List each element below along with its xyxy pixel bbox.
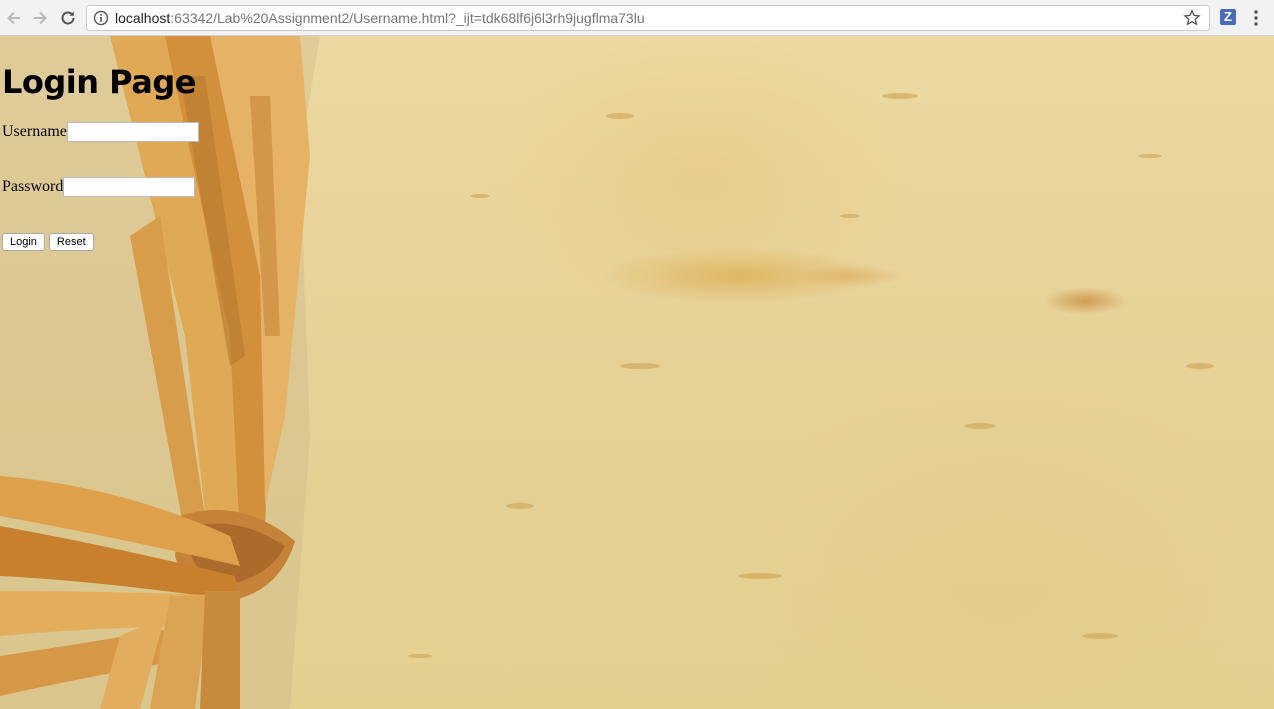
address-bar[interactable]: localhost:63342/Lab%20Assignment2/Userna…	[86, 5, 1210, 31]
reset-button[interactable]: Reset	[48, 233, 94, 251]
reload-icon[interactable]	[56, 6, 80, 30]
password-input[interactable]	[63, 177, 196, 197]
info-icon[interactable]	[93, 10, 109, 26]
forward-icon[interactable]	[28, 6, 52, 30]
url-text: localhost:63342/Lab%20Assignment2/Userna…	[115, 10, 645, 26]
username-label: Username	[2, 123, 67, 140]
back-icon[interactable]	[2, 6, 26, 30]
username-row: Username	[2, 122, 199, 142]
form-buttons: Login Reset	[2, 233, 94, 251]
browser-toolbar: localhost:63342/Lab%20Assignment2/Userna…	[0, 0, 1274, 36]
login-button[interactable]: Login	[2, 233, 45, 251]
bookmark-star-icon[interactable]	[1183, 9, 1201, 27]
page-title: Login Page	[2, 63, 196, 101]
password-row: Password	[2, 177, 196, 197]
username-input[interactable]	[66, 122, 199, 142]
page-viewport: Login Page Username Password Login Reset	[0, 36, 1274, 709]
password-label: Password	[2, 178, 64, 195]
login-form: Login Page Username Password Login Reset	[2, 62, 199, 251]
menu-dots-icon[interactable]	[1248, 9, 1264, 27]
extension-z-icon[interactable]: Z	[1220, 9, 1236, 25]
